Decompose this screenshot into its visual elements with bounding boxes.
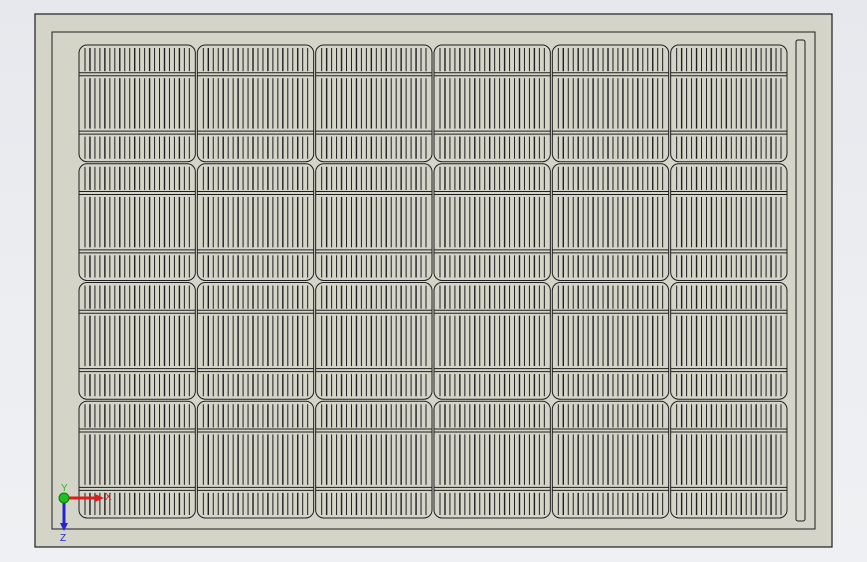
solar-cell[interactable] [196,400,315,519]
solar-cell-outline [670,44,788,163]
solar-cell-outline [196,400,315,519]
solar-cell[interactable] [670,163,788,281]
solar-cell-outline [551,282,670,400]
solar-cell-outline [196,282,315,400]
solar-cell[interactable] [551,163,670,281]
solar-cell[interactable] [670,282,788,400]
x-axis-label: X [105,492,112,503]
solar-cell-outline [551,44,670,163]
solar-cell[interactable] [315,400,433,519]
y-axis-origin-dot [58,492,70,504]
solar-cell-outline [78,282,196,400]
solar-cell-outline [670,163,788,281]
solar-cell-outline [78,44,196,163]
solar-cell-outline [315,400,433,519]
solar-cell[interactable] [315,163,433,281]
solar-cell[interactable] [433,400,551,519]
solar-cell[interactable] [196,44,315,163]
solar-cell-outline [315,44,433,163]
solar-cell[interactable] [196,163,315,281]
solar-cell[interactable] [78,282,196,400]
solar-cell-outline [196,163,315,281]
solar-cell[interactable] [433,282,551,400]
solar-cell[interactable] [315,44,433,163]
solar-cell[interactable] [196,282,315,400]
solar-cell-outline [433,44,551,163]
solar-cell-outline [196,44,315,163]
solar-cell[interactable] [670,400,788,519]
solar-cell-outline [433,400,551,519]
solar-cell-outline [315,282,433,400]
solar-cell[interactable] [433,163,551,281]
solar-cell[interactable] [315,282,433,400]
graphics-viewport[interactable]: X Y Z [0,0,867,562]
solar-cell[interactable] [551,44,670,163]
solar-cell[interactable] [78,163,196,281]
solar-cell[interactable] [670,44,788,163]
solar-cell-outline [433,282,551,400]
junction-bar[interactable] [795,39,806,522]
solar-cell[interactable] [551,400,670,519]
solar-cell-outline [433,163,551,281]
solar-cell-outline [670,282,788,400]
solar-cell-outline [315,163,433,281]
solar-cell-outline [551,163,670,281]
solar-cell[interactable] [433,44,551,163]
solar-panel-model[interactable]: X Y Z [0,0,867,562]
solar-cell-outline [551,400,670,519]
y-axis-label: Y [61,483,68,494]
z-axis-label: Z [60,533,66,544]
solar-cell-outline [670,400,788,519]
solar-cell[interactable] [551,282,670,400]
solar-cell-outline [78,163,196,281]
solar-cell[interactable] [78,44,196,163]
